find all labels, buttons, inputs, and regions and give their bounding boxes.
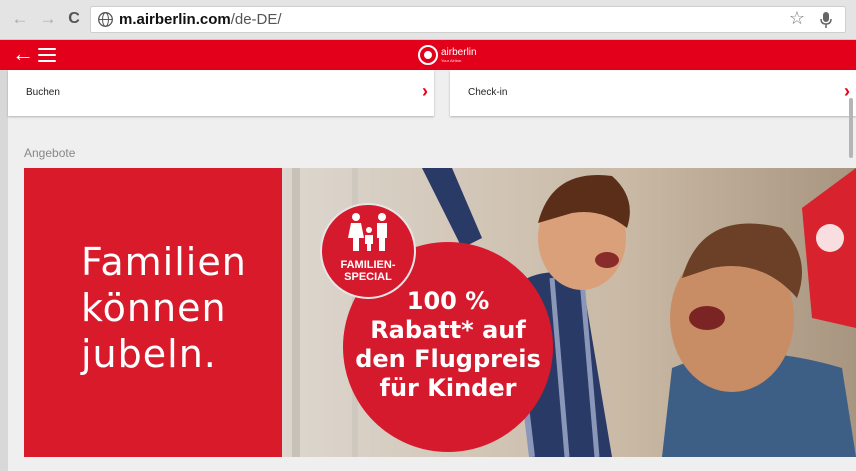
offer-line: 100 % bbox=[406, 287, 490, 315]
app-header: ← airberlin Your Airline. bbox=[0, 40, 856, 70]
family-icon bbox=[348, 213, 387, 251]
buchen-card[interactable]: Buchen › bbox=[8, 70, 434, 116]
offer-line: Rabatt* auf bbox=[370, 316, 526, 344]
logo-tagline: Your Airline. bbox=[441, 57, 463, 63]
headline-line: können bbox=[81, 286, 227, 330]
offer-text: 100 % Rabatt* auf den Flugpreis für Kind… bbox=[348, 287, 548, 403]
headline-line: jubeln. bbox=[81, 332, 217, 376]
browser-forward-icon[interactable]: → bbox=[38, 9, 58, 29]
offer-line: für Kinder bbox=[379, 374, 517, 402]
family-special-banner[interactable]: Familien können jubeln. FAMILIEN- SPECIA… bbox=[24, 168, 856, 457]
reload-icon[interactable]: C bbox=[64, 9, 84, 29]
buchen-label: Buchen bbox=[26, 87, 60, 98]
chevron-right-icon: › bbox=[422, 81, 428, 101]
logo-name: airberlin bbox=[441, 46, 477, 58]
checkin-card[interactable]: Check-in › bbox=[450, 70, 856, 116]
globe-icon bbox=[98, 12, 113, 27]
star-icon[interactable]: ☆ bbox=[789, 8, 805, 29]
address-bar[interactable]: m.airberlin.com/de-DE/ ☆ bbox=[90, 6, 846, 33]
url-host: m.airberlin.com bbox=[119, 11, 231, 28]
microphone-icon[interactable] bbox=[819, 11, 833, 29]
browser-toolbar: ← → C m.airberlin.com/de-DE/ ☆ bbox=[0, 0, 856, 40]
offer-line: den Flugpreis bbox=[355, 345, 541, 373]
checkin-label: Check-in bbox=[468, 87, 508, 98]
offers-section-title: Angebote bbox=[24, 146, 76, 160]
banner-headline: Familien können jubeln. bbox=[81, 239, 281, 377]
scrollbar[interactable] bbox=[849, 98, 853, 158]
headline-line: Familien bbox=[81, 240, 247, 284]
url-path: /de-DE/ bbox=[230, 11, 282, 28]
logo-mark-icon bbox=[418, 45, 438, 65]
url-text[interactable]: m.airberlin.com/de-DE/ bbox=[119, 11, 282, 29]
special-badge-text: FAMILIEN- SPECIAL bbox=[340, 259, 396, 283]
hamburger-icon[interactable] bbox=[38, 48, 56, 62]
back-arrow-icon[interactable]: ← bbox=[12, 43, 34, 65]
browser-back-icon[interactable]: ← bbox=[10, 9, 30, 29]
airberlin-logo[interactable]: airberlin Your Airline. bbox=[418, 43, 477, 67]
